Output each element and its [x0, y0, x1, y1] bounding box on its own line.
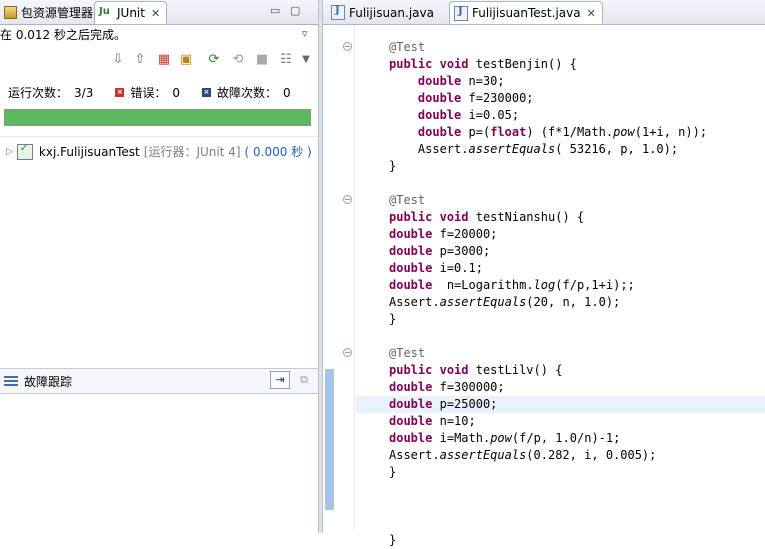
code-line[interactable]: double p=(float) (f*1/Math.pow(1+i, n));: [356, 124, 765, 141]
failure-icon: ×: [201, 88, 211, 97]
code-line[interactable]: double f=230000;: [356, 90, 765, 107]
failures-label: 故障次数：: [216, 86, 277, 100]
runs-label: 运行次数：: [8, 86, 69, 100]
close-icon[interactable]: ✕: [151, 7, 160, 20]
code-line[interactable]: @Test: [356, 192, 765, 209]
tab-junit[interactable]: Ju JUnit ✕: [94, 1, 168, 24]
junit-panel: 包资源管理器 Ju JUnit ✕ ▭ ▢ 在 0.012 秒之后完成。 ▿ ⇩…: [0, 0, 318, 533]
tab-label: 包资源管理器: [21, 6, 94, 20]
code-line[interactable]: double n=30;: [356, 73, 765, 90]
failure-trace-title: 故障跟踪: [24, 374, 73, 389]
filter-stack-trace-icon[interactable]: ⇥: [270, 371, 290, 389]
code-line[interactable]: double n=Logarithm.log(f/p,1+i);;: [356, 277, 765, 294]
errors-value: 0: [172, 85, 180, 100]
close-icon[interactable]: ✕: [587, 7, 596, 20]
java-editor: Fulijisuan.java FulijisuanTest.java ✕ − …: [323, 0, 765, 547]
history-dropdown-icon[interactable]: ▼: [298, 52, 314, 68]
fold-toggle-icon[interactable]: −: [343, 42, 352, 51]
compare-result-icon[interactable]: ⧉: [294, 371, 314, 389]
next-failure-icon[interactable]: ⇩: [110, 52, 126, 68]
stop-icon[interactable]: ■: [254, 52, 270, 68]
code-line[interactable]: [356, 515, 765, 532]
left-tab-bar: 包资源管理器 Ju JUnit ✕ ▭ ▢: [0, 0, 318, 25]
code-line[interactable]: public void testNianshu() {: [356, 209, 765, 226]
code-line[interactable]: public void testLilv() {: [356, 362, 765, 379]
error-icon: ×: [115, 88, 125, 97]
code-line[interactable]: Assert.assertEquals( 53216, p, 1.0);: [356, 141, 765, 158]
suite-name: kxj.FulijisuanTest: [38, 144, 140, 159]
failure-trace-header: 故障跟踪 ⇥ ⧉: [0, 368, 318, 394]
code-line[interactable]: }: [356, 311, 765, 328]
tab-fulijisuan-java[interactable]: Fulijisuan.java: [327, 2, 440, 23]
code-line[interactable]: [356, 498, 765, 515]
test-run-history-icon[interactable]: ☷: [278, 52, 294, 68]
code-line[interactable]: double i=0.1;: [356, 260, 765, 277]
code-area[interactable]: @Test public void testBenjin() { double n…: [356, 39, 765, 549]
code-line[interactable]: public void testBenjin() {: [356, 56, 765, 73]
code-line[interactable]: double f=300000;: [356, 379, 765, 396]
tab-label: FulijisuanTest.java: [472, 6, 581, 20]
code-line[interactable]: double i=0.05;: [356, 107, 765, 124]
failure-trace-icon: [4, 374, 18, 388]
tab-package-explorer[interactable]: 包资源管理器: [0, 2, 99, 23]
rerun-failed-first-icon[interactable]: ⟲: [230, 52, 246, 68]
code-line[interactable]: [356, 481, 765, 498]
code-line[interactable]: [356, 328, 765, 345]
runs-counter: 运行次数： 3/3: [8, 84, 93, 101]
code-line[interactable]: double p=25000;: [356, 396, 765, 413]
divider: [0, 136, 318, 137]
fold-toggle-icon[interactable]: −: [343, 348, 352, 357]
java-file-icon: [331, 5, 345, 20]
test-progress-bar: [4, 109, 311, 126]
code-line[interactable]: double i=Math.pow(f/p, 1.0/n)-1;: [356, 430, 765, 447]
show-failures-only-icon[interactable]: ▦: [156, 52, 172, 68]
editor-gutter: − − −: [323, 25, 355, 533]
errors-counter: × 错误： 0: [115, 84, 180, 101]
test-suite-row[interactable]: ▷ kxj.FulijisuanTest [运行器：JUnit 4] ( 0.0…: [6, 143, 312, 160]
code-line[interactable]: double f=20000;: [356, 226, 765, 243]
fold-toggle-icon[interactable]: −: [343, 195, 352, 204]
previous-failure-icon[interactable]: ⇧: [132, 52, 148, 68]
scroll-lock-icon[interactable]: ▣: [178, 52, 194, 68]
rerun-test-icon[interactable]: ⟳: [206, 52, 222, 68]
failures-value: 0: [283, 85, 291, 100]
elapsed-time: ( 0.000 秒 ): [244, 145, 312, 159]
run-counters: 运行次数： 3/3 × 错误： 0 × 故障次数： 0: [8, 84, 313, 101]
maximize-icon[interactable]: ▢: [290, 4, 300, 17]
expand-arrow-icon[interactable]: ▷: [6, 147, 13, 157]
errors-label: 错误：: [130, 86, 167, 100]
code-line[interactable]: Assert.assertEquals(20, n, 1.0);: [356, 294, 765, 311]
failures-counter: × 故障次数： 0: [201, 84, 291, 101]
runner-label: [运行器：JUnit 4]: [143, 145, 241, 159]
code-line[interactable]: }: [356, 532, 765, 549]
junit-icon: Ju: [99, 6, 110, 17]
code-line[interactable]: double n=10;: [356, 413, 765, 430]
code-line[interactable]: }: [356, 464, 765, 481]
tab-label: JUnit: [117, 6, 145, 20]
package-explorer-icon: [4, 6, 17, 19]
code-line[interactable]: }: [356, 158, 765, 175]
code-line[interactable]: @Test: [356, 39, 765, 56]
view-menu-icon[interactable]: ▿: [302, 27, 308, 40]
editor-tab-bar: Fulijisuan.java FulijisuanTest.java ✕: [323, 0, 765, 25]
minimize-icon[interactable]: ▭: [270, 4, 280, 17]
run-status-text: 在 0.012 秒之后完成。: [0, 28, 126, 42]
code-line[interactable]: @Test: [356, 345, 765, 362]
code-line[interactable]: double p=3000;: [356, 243, 765, 260]
code-line[interactable]: Assert.assertEquals(0.282, i, 0.005);: [356, 447, 765, 464]
runs-value: 3/3: [74, 85, 94, 100]
java-file-icon: [454, 5, 468, 21]
tab-fulijisuantest-java[interactable]: FulijisuanTest.java ✕: [449, 1, 603, 24]
tab-label: Fulijisuan.java: [349, 5, 434, 20]
change-marker: [325, 369, 334, 510]
code-line[interactable]: [356, 175, 765, 192]
test-suite-passed-icon: [16, 143, 33, 160]
